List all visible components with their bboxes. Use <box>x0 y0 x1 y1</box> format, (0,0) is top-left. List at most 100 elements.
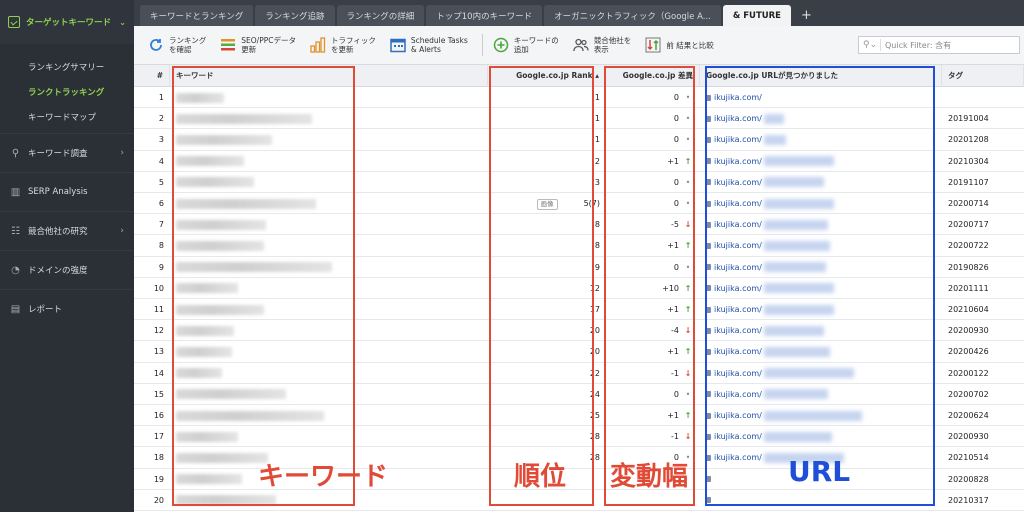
show-competitors-button[interactable]: 競合他社を 表示 <box>573 36 631 54</box>
chevron-right-icon: › <box>120 226 124 236</box>
tag-cell: 20201111 <box>948 283 989 293</box>
sidebar-item-competitor-research[interactable]: ☷ 競合他社の研究 › <box>0 211 134 250</box>
annotation-box-rank <box>489 66 594 506</box>
tab-ranking-details[interactable]: ランキングの詳細 <box>336 5 425 26</box>
sidebar-item-keyword-research[interactable]: ⚲ キーワード調査 › <box>0 133 134 172</box>
rank-value: 1 <box>594 114 600 124</box>
rank-value: 1 <box>594 135 600 145</box>
sidebar-item-domain-strength[interactable]: ◔ ドメインの強度 <box>0 250 134 289</box>
tag-cell: 20200714 <box>948 199 989 208</box>
sidebar-sub-rank-tracking[interactable]: ランクトラッキング <box>0 79 134 104</box>
sidebar-header-label: ターゲットキーワード <box>26 18 112 28</box>
tag-cell: 20200702 <box>948 389 989 399</box>
tag-cell: 20200930 <box>948 432 989 442</box>
row-number-cell: 16 <box>153 411 164 420</box>
users-icon: ☷ <box>11 225 20 237</box>
button-label: SEO/PPCデータ <box>241 36 296 45</box>
toolbar: ランキング を確認 SEO/PPCデータ 更新 トラフィック を更新 Schedule… <box>134 26 1024 65</box>
sidebar-item-serp-analysis[interactable]: ▥ SERP Analysis <box>0 172 134 211</box>
tag-cell: 20190826 <box>948 262 989 272</box>
button-label: を更新 <box>331 45 354 54</box>
sidebar-item-label: ドメインの強度 <box>28 266 88 276</box>
row-number-cell: 14 <box>153 368 164 378</box>
quick-filter-placeholder: Quick Filter: 含有 <box>885 40 952 50</box>
tag-cell: 20200717 <box>948 220 989 230</box>
annotation-label-change: 変動幅 <box>610 462 689 492</box>
quick-filter-input[interactable]: ⚲⌄ Quick Filter: 含有 <box>858 36 1020 54</box>
add-keyword-button[interactable]: キーワードの 追加 <box>493 36 559 54</box>
row-number-cell: 1 <box>158 93 164 102</box>
annotation-box-keyword <box>172 66 355 506</box>
tag-cell: 20210304 <box>948 156 989 166</box>
sidebar-item-label: キーワード調査 <box>28 149 88 159</box>
tag-cell: 20200828 <box>948 474 989 484</box>
checkbox-icon <box>8 16 20 28</box>
button-label: ランキング <box>169 36 207 45</box>
tag-cell <box>942 87 1024 108</box>
row-number-cell: 12 <box>153 326 164 336</box>
rank-value: 9 <box>594 262 600 272</box>
tag-cell: 20200722 <box>948 241 989 251</box>
tag-cell: 20201208 <box>948 135 989 145</box>
row-number-cell: 2 <box>158 114 164 124</box>
add-tab-icon[interactable]: + <box>793 5 820 26</box>
tag-cell: 20210317 <box>948 495 989 505</box>
update-traffic-button[interactable]: トラフィック を更新 <box>310 36 376 54</box>
rank-value: 1 <box>594 93 600 102</box>
annotation-label-rank: 順位 <box>514 462 567 492</box>
row-number-cell: 15 <box>153 389 164 399</box>
row-number-cell: 5 <box>158 177 164 187</box>
tag-cell: 20200426 <box>948 347 989 357</box>
button-label: トラフィック <box>331 36 376 45</box>
row-number-cell: 6 <box>158 199 164 208</box>
compare-arrows-icon <box>645 37 661 53</box>
row-number-cell: 10 <box>153 283 164 293</box>
tab-keywords-rankings[interactable]: キーワードとランキング <box>140 5 254 26</box>
button-label: 表示 <box>593 45 609 54</box>
sidebar-header-target-keywords[interactable]: ターゲットキーワード ⌄ <box>0 0 134 44</box>
row-number-cell: 8 <box>158 241 164 251</box>
sidebar-item-label: SERP Analysis <box>28 187 88 197</box>
search-icon: ⚲ <box>11 147 20 159</box>
check-rankings-button[interactable]: ランキング を確認 <box>148 36 206 54</box>
row-number-cell: 11 <box>153 305 164 314</box>
tab-top10-keywords[interactable]: トップ10内のキーワード <box>426 5 543 26</box>
button-label: & Alerts <box>410 45 441 54</box>
sidebar-item-reports[interactable]: ▤ レポート <box>0 289 134 328</box>
annotation-label-keyword: キーワード <box>258 462 389 492</box>
column-header-tag[interactable]: タグ <box>942 65 1024 87</box>
sort-asc-icon: ▴ <box>595 71 599 80</box>
tab-future[interactable]: & FUTURE <box>722 5 791 26</box>
tag-cell: 20200122 <box>948 368 989 378</box>
schedule-tasks-button[interactable]: Schedule Tasks & Alerts <box>390 36 468 54</box>
column-header-number[interactable]: # <box>134 65 170 87</box>
tag-cell: 20210514 <box>948 453 989 463</box>
traffic-chart-icon <box>310 37 326 53</box>
row-number-cell: 9 <box>158 262 164 272</box>
bar-chart-icon: ▥ <box>10 186 21 198</box>
update-seo-ppc-button[interactable]: SEO/PPCデータ 更新 <box>220 36 296 54</box>
rank-value: 3 <box>594 177 600 187</box>
tab-rank-tracking[interactable]: ランキング追跡 <box>255 5 335 26</box>
row-number-cell: 19 <box>153 474 164 484</box>
tab-organic-traffic[interactable]: オーガニックトラフィック（Google A... <box>544 5 721 26</box>
button-label: 更新 <box>241 45 257 54</box>
tab-bar: キーワードとランキング ランキング追跡 ランキングの詳細 トップ10内のキーワー… <box>134 0 1024 26</box>
tag-cell: 20191107 <box>948 177 989 187</box>
tag-cell: 20191004 <box>948 114 989 124</box>
button-label: を確認 <box>169 45 192 54</box>
button-label: 前 結果と比較 <box>666 40 714 50</box>
sidebar-sub-keyword-map[interactable]: キーワードマップ <box>0 104 134 129</box>
report-icon: ▤ <box>10 303 21 315</box>
button-label: Schedule Tasks <box>410 36 468 45</box>
sidebar: ターゲットキーワード ⌄ ランキングサマリー ランクトラッキング キーワードマッ… <box>0 0 134 512</box>
sidebar-sub-ranking-summary[interactable]: ランキングサマリー <box>0 54 134 79</box>
button-label: キーワードの <box>513 36 559 45</box>
row-number-cell: 20 <box>153 495 164 505</box>
rank-value: 8 <box>594 241 600 251</box>
rank-value: 2 <box>594 156 600 166</box>
row-number-cell: 13 <box>153 347 164 357</box>
compare-results-button[interactable]: 前 結果と比較 <box>645 37 714 53</box>
data-list-icon <box>221 39 236 51</box>
annotation-box-url <box>705 66 935 506</box>
